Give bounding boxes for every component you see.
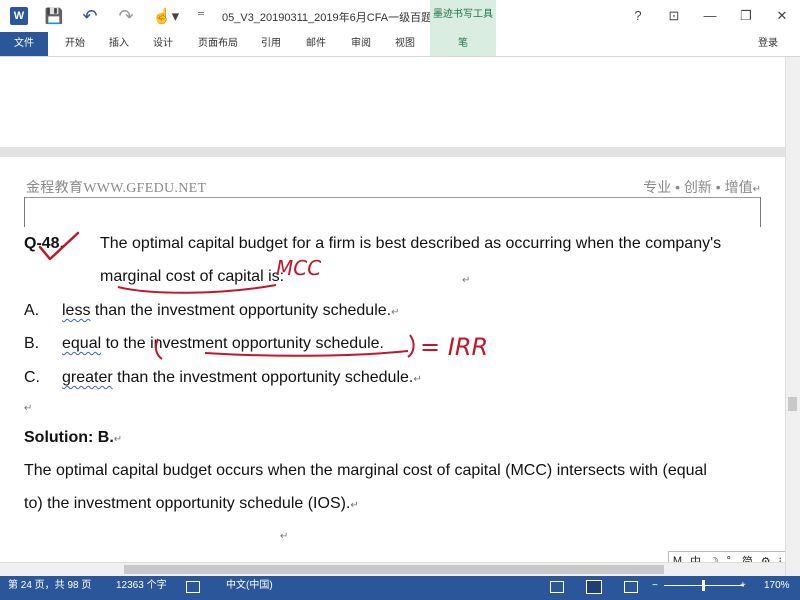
status-bar: 第 24 页，共 98 页 12363 个字 中文(中国) − + 170% [0, 576, 800, 600]
paragraph-mark: ↵ [113, 434, 123, 445]
question-line-2: marginal cost of capital is: [100, 268, 284, 286]
paragraph-mark: ↵ [752, 184, 761, 195]
touch-mode-icon[interactable]: ☝▾ [152, 6, 180, 26]
crop-mark-left [24, 197, 25, 227]
solution-text: Solution: B. [24, 429, 114, 446]
question-number: Q-48. [24, 235, 65, 252]
tab-file[interactable]: 文件 [0, 32, 48, 56]
horizontal-scrollbar[interactable] [0, 562, 785, 577]
zoom-level[interactable]: 170% [764, 576, 790, 596]
explanation-line-2: to) the investment opportunity schedule … [24, 495, 359, 513]
help-button[interactable]: ? [626, 6, 650, 26]
page-break-gap [0, 147, 785, 157]
document-canvas[interactable]: 金程教育WWW.GFEDU.NET 专业 • 创新 • 增值↵ Q-48. Th… [0, 57, 785, 562]
explanation-line-2-text: to) the investment opportunity schedule … [24, 495, 351, 512]
header-rule [24, 197, 761, 198]
solution-heading: Solution: B.↵ [24, 429, 122, 447]
document-title: 05_V3_20190311_2019年6月CFA一级百题预... [222, 12, 453, 24]
ink-tools-context-label: 墨迹书写工具 [430, 0, 496, 32]
empty-paragraph-mark: ↵ [24, 403, 33, 414]
word-app-icon: W [10, 7, 28, 25]
tab-view[interactable]: 视图 [388, 32, 422, 56]
tab-mailings[interactable]: 邮件 [299, 32, 333, 56]
option-keyword: equal [62, 335, 102, 352]
save-icon[interactable]: 💾 [44, 6, 64, 26]
language-indicator[interactable]: 中文(中国) [226, 576, 273, 596]
option-keyword: greater [62, 369, 113, 386]
option-b-text: equal to the investment opportunity sche… [62, 335, 384, 353]
tab-design[interactable]: 设计 [146, 32, 180, 56]
ink-paren-b [407, 334, 415, 358]
zoom-in-button[interactable]: + [740, 576, 746, 596]
close-button[interactable]: ✕ [770, 6, 794, 26]
option-rest: than the investment opportunity schedule… [90, 302, 392, 319]
sign-in-link[interactable]: 登录 [758, 32, 778, 56]
web-layout-icon[interactable] [624, 581, 638, 593]
vertical-scrollbar[interactable] [785, 57, 800, 577]
option-b: B. [24, 335, 39, 353]
zoom-out-button[interactable]: − [652, 576, 658, 596]
paragraph-mark: ↵ [350, 500, 359, 511]
option-a: A. [24, 302, 39, 320]
option-keyword: less [62, 302, 91, 319]
paragraph-mark: ↵ [413, 374, 422, 385]
ink-underline-mcc [117, 284, 277, 294]
ribbon-tabs: 文件 开始 插入 设计 页面布局 引用 邮件 审阅 视图 笔 登录 [0, 32, 800, 57]
page-header-right: 专业 • 创新 • 增值↵ [643, 177, 761, 197]
option-a-text: less than the investment opportunity sch… [62, 302, 399, 320]
tab-insert[interactable]: 插入 [102, 32, 136, 56]
redo-icon[interactable]: ↷ [116, 6, 136, 26]
ribbon-display-options-icon[interactable]: ⊡ [662, 6, 686, 26]
tab-review[interactable]: 审阅 [344, 32, 378, 56]
horizontal-scroll-thumb[interactable] [124, 565, 664, 574]
option-rest: to the investment opportunity schedule. [101, 335, 384, 352]
explanation-line-1: The optimal capital budget occurs when t… [24, 462, 707, 479]
tab-references[interactable]: 引用 [254, 32, 288, 56]
zoom-slider-thumb[interactable] [702, 580, 705, 591]
question-line-2-text: marginal cost of capital is: [100, 268, 285, 285]
crop-mark-right [760, 197, 761, 227]
minimize-button[interactable]: — [698, 6, 722, 26]
question-line-1: The optimal capital budget for a firm is… [100, 235, 722, 252]
option-c: C. [24, 369, 40, 387]
header-right-text: 专业 • 创新 • 增值 [643, 179, 753, 195]
proofing-icon[interactable] [186, 581, 200, 593]
title-bar: W 💾 ↶ ↷ ☝▾ ⁼ 05_V3_20190311_2019年6月CFA一级… [0, 0, 800, 32]
tab-home[interactable]: 开始 [58, 32, 92, 56]
paragraph-mark: ↵ [280, 531, 289, 542]
customize-qat-icon[interactable]: ⁼ [194, 6, 208, 26]
tab-page-layout[interactable]: 页面布局 [192, 32, 244, 56]
print-layout-icon[interactable] [586, 580, 602, 594]
option-rest: than the investment opportunity schedule… [112, 369, 414, 386]
option-c-text: greater than the investment opportunity … [62, 369, 422, 387]
page-header-left: 金程教育WWW.GFEDU.NET [26, 181, 207, 196]
option-letter: C. [24, 369, 40, 386]
word-count[interactable]: 12363 个字 [116, 576, 167, 596]
tab-pen[interactable]: 笔 [430, 32, 496, 56]
read-mode-icon[interactable] [550, 581, 564, 593]
paragraph-mark: ↵ [462, 275, 471, 286]
maximize-button[interactable]: ❐ [734, 6, 758, 26]
ink-irr-note: = IRR [420, 333, 488, 361]
paragraph-mark: ↵ [391, 307, 400, 318]
option-letter: B. [24, 335, 40, 352]
option-letter: A. [24, 302, 40, 319]
vertical-scroll-thumb[interactable] [788, 397, 797, 411]
page-count[interactable]: 第 24 页，共 98 页 [8, 576, 91, 596]
undo-icon[interactable]: ↶ [80, 6, 100, 26]
